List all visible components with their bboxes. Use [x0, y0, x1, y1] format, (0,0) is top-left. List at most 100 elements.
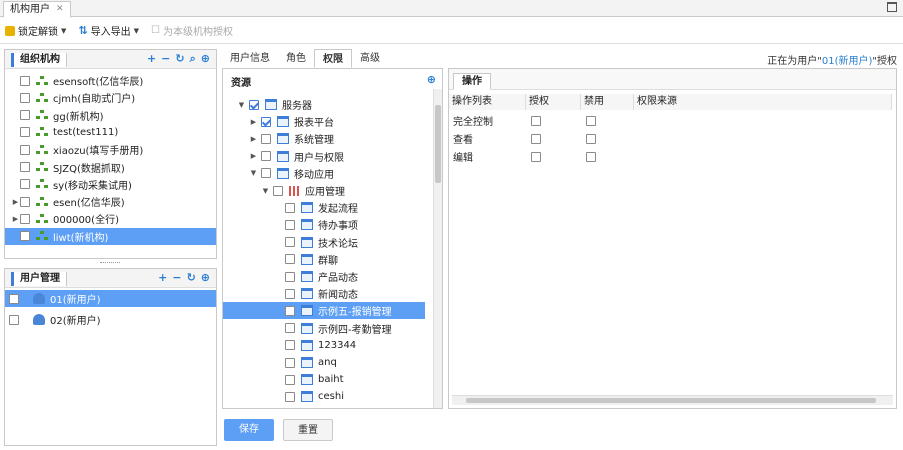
checkbox[interactable]	[20, 213, 30, 224]
expand-arrow-icon[interactable]: ▶	[11, 198, 20, 206]
checkbox[interactable]	[20, 231, 30, 242]
expand-arrow-icon[interactable]: ▼	[237, 101, 246, 109]
lock-unlock-button[interactable]: 锁定解锁 ▼	[5, 23, 66, 38]
checkbox[interactable]	[285, 271, 295, 282]
checkbox[interactable]	[285, 323, 295, 334]
checkbox[interactable]	[273, 185, 283, 196]
org-tree-item[interactable]: gg(新机构)	[5, 107, 216, 124]
grant-checkbox[interactable]	[531, 151, 541, 162]
refresh-icon[interactable]: ↻	[187, 271, 196, 284]
user-list-item[interactable]: 01(新用户)	[5, 290, 216, 307]
tab-2[interactable]: 权限	[314, 49, 352, 68]
authorize-org-button[interactable]: ☐ 为本级机构授权	[151, 23, 233, 38]
checkbox[interactable]	[285, 340, 295, 351]
grant-checkbox[interactable]	[531, 115, 541, 126]
grant-checkbox[interactable]	[531, 133, 541, 144]
resource-tree-item[interactable]: 待办事项	[223, 216, 425, 233]
resource-tree-item[interactable]: 发起流程	[223, 199, 425, 216]
splitter-handle[interactable]	[100, 262, 120, 264]
org-tree-item[interactable]: ▶ esen(亿信华辰)	[5, 193, 216, 210]
resource-tree-item[interactable]: baiht	[223, 371, 425, 388]
tab-3[interactable]: 高级	[352, 49, 388, 68]
checkbox[interactable]	[285, 305, 295, 316]
locate-icon[interactable]: ⊕	[201, 52, 210, 66]
expand-arrow-icon[interactable]: ▼	[249, 169, 258, 177]
tab-0[interactable]: 用户信息	[222, 49, 278, 68]
checkbox[interactable]	[9, 314, 19, 325]
operations-hscrollbar[interactable]	[452, 395, 893, 405]
checkbox[interactable]	[20, 162, 30, 172]
resource-tree-item[interactable]: ▶ 用户与权限	[223, 148, 425, 165]
org-tree-item[interactable]: SJZQ(数据抓取)	[5, 159, 216, 176]
org-tree-item[interactable]: cjmh(自助式门户)	[5, 89, 216, 106]
resource-tree-item[interactable]: ▼ 服务器	[223, 96, 425, 113]
checkbox[interactable]	[9, 293, 19, 304]
reset-button[interactable]: 重置	[283, 419, 333, 441]
checkbox[interactable]	[20, 127, 30, 138]
org-tree-item[interactable]: liwt(新机构)	[5, 227, 216, 245]
checkbox[interactable]	[261, 116, 271, 127]
org-tree-item[interactable]: ▶ 000000(全行)	[5, 210, 216, 227]
user-list-item[interactable]: 02(新用户)	[5, 311, 216, 328]
checkbox[interactable]	[285, 254, 295, 265]
checkbox[interactable]	[285, 237, 295, 248]
resource-tree-item[interactable]: 产品动态	[223, 268, 425, 285]
resource-tree-item[interactable]: 示例四-考勤管理	[223, 320, 425, 337]
maximize-icon[interactable]	[887, 2, 897, 12]
checkbox[interactable]	[285, 219, 295, 230]
save-button[interactable]: 保存	[224, 419, 274, 441]
checkbox[interactable]	[285, 374, 295, 385]
add-icon[interactable]: +	[158, 271, 167, 284]
checkbox[interactable]	[285, 391, 295, 402]
locate-icon[interactable]: ⊕	[427, 73, 436, 86]
resource-tree-item[interactable]: ▼ 移动应用	[223, 165, 425, 182]
checkbox[interactable]	[261, 151, 271, 162]
checkbox[interactable]	[20, 110, 30, 121]
org-tree-item[interactable]: xiaozu(填写手册用)	[5, 141, 216, 158]
resource-tree-item[interactable]: 技术论坛	[223, 234, 425, 251]
scrollbar-thumb[interactable]	[435, 105, 441, 183]
checkbox[interactable]	[261, 168, 271, 179]
resource-tree-item[interactable]: ▶ 报表平台	[223, 113, 425, 130]
locate-icon[interactable]: ⊕	[201, 271, 210, 284]
import-export-button[interactable]: ⇅ 导入导出 ▼	[78, 23, 139, 38]
close-icon[interactable]: ✕	[56, 2, 64, 17]
deny-checkbox[interactable]	[586, 151, 596, 162]
checkbox[interactable]	[20, 75, 30, 86]
resource-tree-item[interactable]: 新闻动态	[223, 285, 425, 302]
expand-arrow-icon[interactable]: ▶	[249, 152, 258, 160]
tab-1[interactable]: 角色	[278, 49, 314, 68]
resource-tree-item[interactable]: ▶ 系统管理	[223, 130, 425, 147]
checkbox[interactable]	[20, 196, 30, 207]
remove-icon[interactable]: −	[161, 52, 170, 66]
remove-icon[interactable]: −	[172, 271, 181, 284]
resource-tree-item[interactable]: ceshi	[223, 388, 425, 405]
resource-tree-item[interactable]: 123344	[223, 337, 425, 354]
resource-scrollbar[interactable]	[433, 89, 442, 408]
refresh-icon[interactable]: ↻	[175, 52, 184, 66]
add-icon[interactable]: +	[147, 52, 156, 66]
deny-checkbox[interactable]	[586, 133, 596, 144]
checkbox[interactable]	[285, 357, 295, 368]
tab-operations[interactable]: 操作	[453, 73, 491, 90]
checkbox[interactable]	[20, 179, 30, 190]
search-icon[interactable]: ⌕	[190, 52, 196, 66]
org-tree-item[interactable]: test(test111)	[5, 124, 216, 141]
resource-tree-item[interactable]: 示例五-报销管理	[223, 302, 425, 320]
expand-arrow-icon[interactable]: ▶	[249, 118, 258, 126]
checkbox[interactable]	[249, 99, 259, 110]
expand-arrow-icon[interactable]: ▶	[249, 135, 258, 143]
checkbox[interactable]	[261, 133, 271, 144]
resource-tree-item[interactable]: 群聊	[223, 251, 425, 268]
checkbox[interactable]	[20, 92, 30, 103]
expand-arrow-icon[interactable]: ▶	[11, 215, 20, 223]
checkbox[interactable]	[285, 202, 295, 213]
resource-tree-item[interactable]: anq	[223, 354, 425, 371]
deny-checkbox[interactable]	[586, 115, 596, 126]
checkbox[interactable]	[285, 288, 295, 299]
resource-tree-item[interactable]: ▼ 应用管理	[223, 182, 425, 199]
window-tab[interactable]: 机构用户 ✕	[3, 1, 71, 18]
org-tree-item[interactable]: esensoft(亿信华辰)	[5, 72, 216, 89]
scrollbar-thumb[interactable]	[466, 398, 876, 403]
org-tree-item[interactable]: sy(移动采集试用)	[5, 176, 216, 193]
